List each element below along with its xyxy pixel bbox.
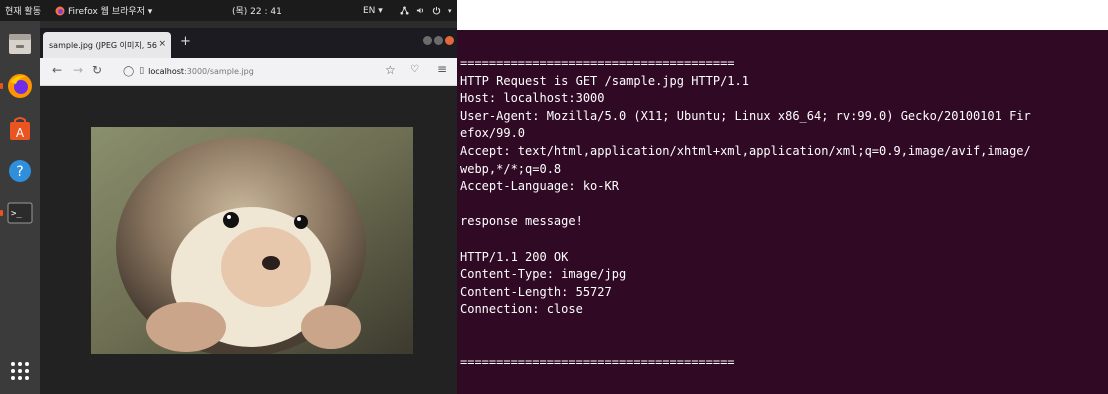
page-viewport	[40, 86, 457, 394]
terminal-icon: >_	[7, 202, 33, 224]
app-menu-label: Firefox 웹 브라우저 ▾	[68, 7, 153, 17]
svg-text:A: A	[16, 126, 25, 140]
system-tray[interactable]: ▾	[400, 6, 452, 15]
svg-text:?: ?	[16, 164, 23, 180]
window-controls	[423, 36, 454, 45]
ubuntu-desktop: 현재 활동 Firefox 웹 브라우저 ▾ (목) 22 : 41 EN ▾ …	[0, 0, 457, 394]
bookmark-star-icon[interactable]: ☆	[385, 63, 396, 77]
terminal-line: Accept: text/html,application/xhtml+xml,…	[460, 143, 1031, 158]
hedgehog-image[interactable]	[91, 127, 413, 354]
dock-firefox[interactable]	[0, 71, 35, 101]
shopping-bag-icon: A	[10, 117, 30, 140]
terminal-line: Host: localhost:3000	[460, 91, 605, 106]
new-tab-button[interactable]: +	[180, 34, 191, 49]
dock-file-manager[interactable]	[5, 29, 35, 59]
terminal-line: efox/99.0	[460, 126, 526, 141]
back-arrow-icon[interactable]: ←	[52, 63, 62, 77]
close-icon[interactable]: ×	[158, 39, 166, 49]
terminal-line: User-Agent: Mozilla/5.0 (X11; Ubuntu; Li…	[460, 108, 1031, 123]
url-bar[interactable]: ◯ ▯ localhost:3000/sample.jpg	[123, 61, 383, 81]
tab-sample-jpg[interactable]: sample.jpg (JPEG 이미지, 56 ×	[43, 32, 171, 58]
reload-icon[interactable]: ↻	[92, 63, 102, 77]
top-panel: 현재 활동 Firefox 웹 브라우저 ▾ (목) 22 : 41 EN ▾ …	[0, 0, 457, 21]
activities-button[interactable]: 현재 활동	[5, 4, 41, 17]
page-icon: ▯	[139, 66, 145, 76]
terminal-line: response message!	[460, 214, 583, 229]
terminal-line: ======================================	[460, 56, 735, 70]
maximize-button[interactable]	[434, 36, 443, 45]
terminal-line: webp,*/*;q=0.8	[460, 161, 562, 176]
dock-software-center[interactable]: A	[5, 114, 35, 144]
tab-bar: sample.jpg (JPEG 이미지, 56 × +	[40, 28, 457, 58]
network-icon	[400, 6, 409, 15]
volume-icon	[416, 7, 423, 14]
terminal-output: ====================================== H…	[460, 55, 1031, 372]
input-language[interactable]: EN ▾	[363, 6, 383, 16]
file-cabinet-icon	[9, 34, 31, 54]
terminal-line: Accept-Language: ko-KR	[460, 179, 619, 194]
navigation-toolbar: ← → ↻ ◯ ▯ localhost:3000/sample.jpg ☆ ♡ …	[40, 58, 457, 86]
help-icon: ?	[9, 160, 31, 182]
firefox-window: sample.jpg (JPEG 이미지, 56 × + ← → ↻ ◯ ▯ l…	[40, 28, 457, 394]
close-window-button[interactable]	[445, 36, 454, 45]
dock: A ? >_	[0, 21, 40, 394]
terminal-line: Content-Type: image/jpg	[460, 267, 627, 282]
forward-arrow-icon[interactable]: →	[73, 63, 83, 77]
shield-icon[interactable]: ◯	[123, 66, 134, 77]
svg-text:>_: >_	[11, 209, 22, 219]
hamburger-menu-icon[interactable]: ≡	[437, 62, 447, 76]
minimize-button[interactable]	[423, 36, 432, 45]
terminal-line: HTTP Request is GET /sample.jpg HTTP/1.1	[460, 73, 749, 88]
chevron-down-icon: ▾	[448, 6, 452, 15]
dock-help[interactable]: ?	[5, 156, 35, 186]
url-path: :3000/sample.jpg	[184, 66, 254, 76]
firefox-small-icon	[55, 6, 65, 15]
terminal-window[interactable]: ====================================== H…	[457, 30, 1108, 394]
tab-title: sample.jpg (JPEG 이미지, 56	[49, 40, 157, 50]
terminal-line: Content-Length: 55727	[460, 284, 612, 299]
clock[interactable]: (목) 22 : 41	[232, 4, 282, 17]
power-icon	[432, 6, 441, 15]
terminal-line: Connection: close	[460, 302, 583, 317]
firefox-icon	[8, 74, 32, 98]
url-host: localhost	[148, 66, 185, 76]
app-menu[interactable]: Firefox 웹 브라우저 ▾	[55, 4, 152, 17]
dock-terminal[interactable]: >_	[0, 198, 35, 228]
app-grid-icon	[11, 362, 29, 380]
dock-show-applications[interactable]	[5, 356, 35, 386]
pocket-icon[interactable]: ♡	[410, 64, 419, 75]
terminal-line: ======================================	[460, 355, 735, 370]
terminal-line: HTTP/1.1 200 OK	[460, 249, 569, 264]
